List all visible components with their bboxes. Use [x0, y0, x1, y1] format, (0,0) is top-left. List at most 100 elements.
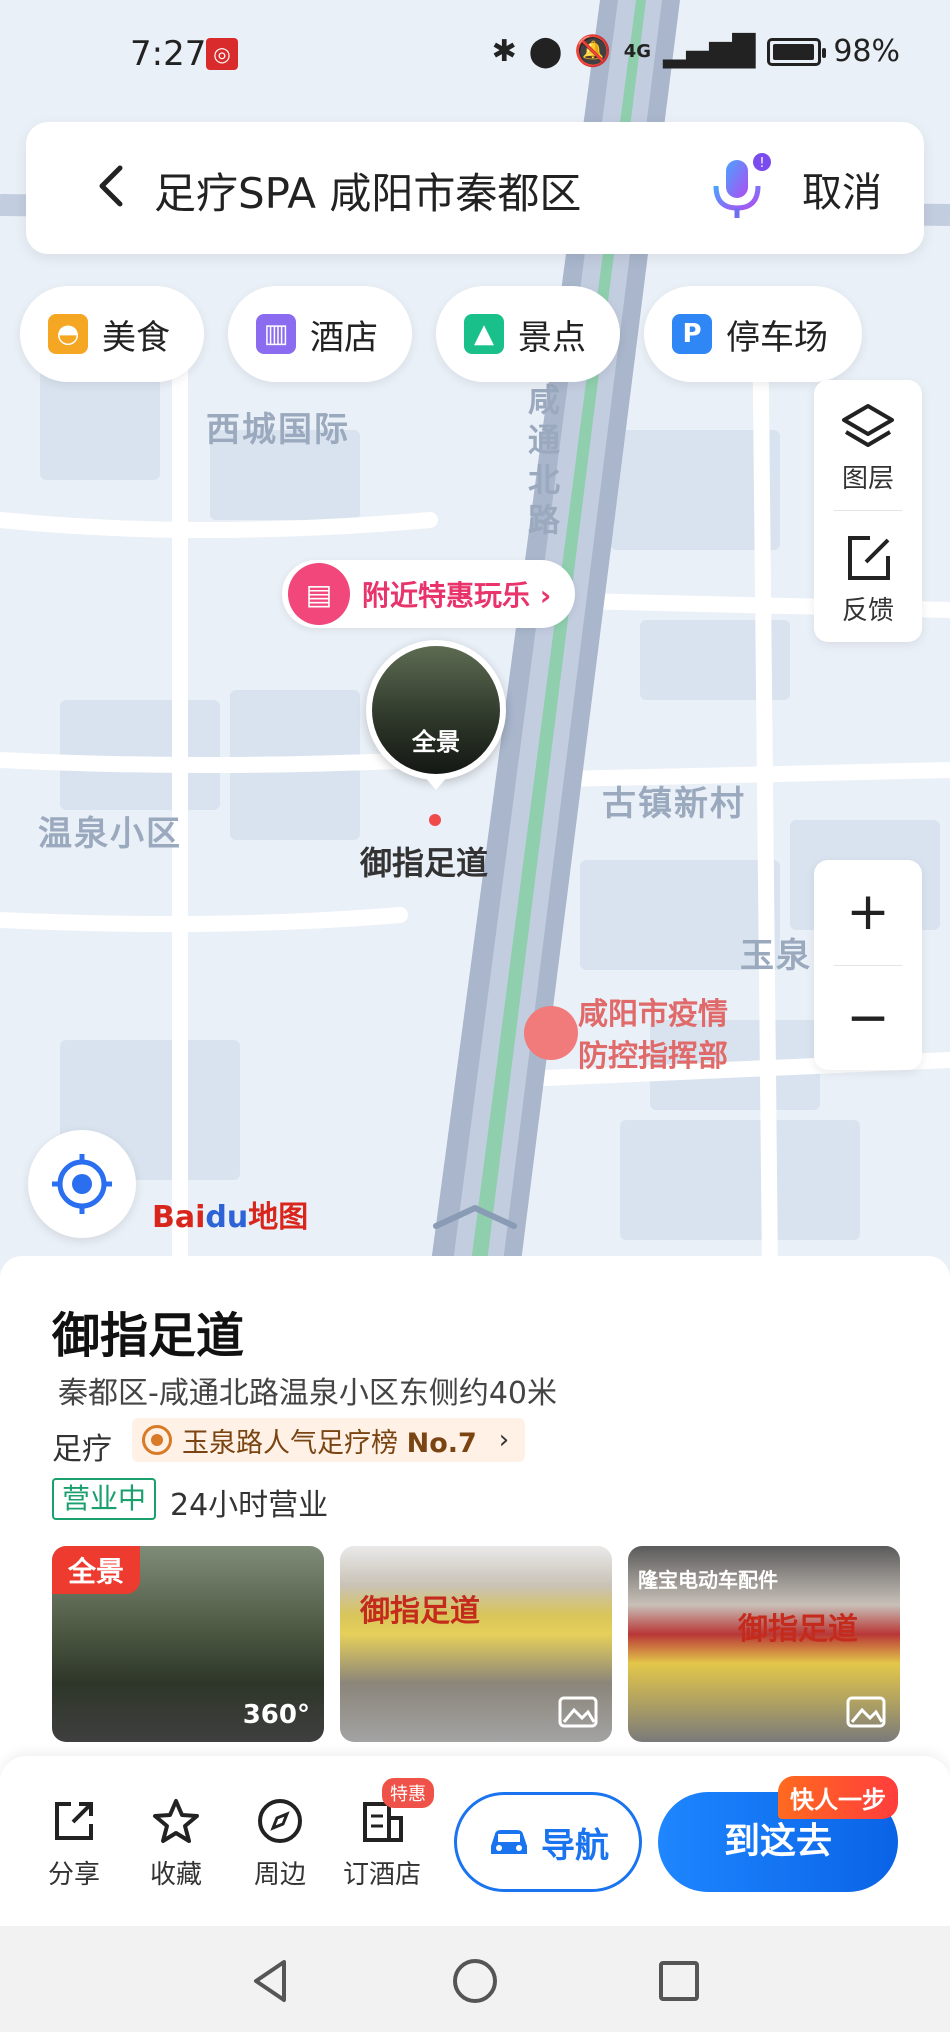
chevron-right-icon: › [498, 1425, 510, 1455]
signal-icon: ▂▄▆█ [663, 34, 756, 69]
svg-text:!: ! [759, 156, 764, 171]
open-status-badge: 营业中 [52, 1478, 157, 1520]
poi-marker-panorama[interactable]: 全景 [366, 640, 506, 780]
promo-label: 附近特惠玩乐 › [362, 579, 552, 612]
feedback-label: 反馈 [841, 596, 894, 626]
rank-icon [142, 1425, 172, 1455]
locate-me-button[interactable] [28, 1130, 136, 1238]
book-hotel-button[interactable]: 订酒店 [332, 1796, 432, 1891]
logo-text-c: 地图 [248, 1200, 309, 1235]
system-navigation-bar [0, 1926, 950, 2032]
photo-storefront[interactable]: 御指足道 [340, 1546, 612, 1742]
parking-icon: P [672, 314, 712, 354]
ranking-badge[interactable]: 玉泉路人气足疗榜 No.7 › [132, 1418, 526, 1462]
status-time: 7:27 [130, 34, 207, 74]
hotel-icon: ▥ [256, 314, 296, 354]
photo-street[interactable]: 隆宝电动车配件 御指足道 [628, 1546, 900, 1742]
map-label-road: 咸 通 北 路 [528, 381, 563, 539]
image-icon [846, 1696, 886, 1728]
poi-title: 御指足道 [52, 1308, 245, 1364]
battery-icon [767, 37, 827, 66]
poi-detail-sheet: 御指足道 秦都区-咸通北路温泉小区东侧约40米 足疗 玉泉路人气足疗榜 No.7… [0, 1256, 950, 1816]
panorama-tag: 全景 [52, 1546, 141, 1594]
fast-badge: 快人一步 [778, 1776, 898, 1819]
location-icon: ⬤ [528, 34, 563, 69]
bluetooth-icon: ✱ [491, 34, 517, 69]
zoom-controls: + − [814, 860, 922, 1070]
panorama-360-badge: 360° [242, 1700, 310, 1730]
star-icon [153, 1799, 199, 1843]
voice-mic-icon[interactable]: ! [706, 152, 772, 224]
target-icon [52, 1154, 112, 1214]
cancel-button[interactable]: 取消 [802, 160, 882, 218]
logo-text-a: Bai [152, 1200, 206, 1235]
chip-label: 景点 [518, 317, 586, 358]
compass-icon [258, 1799, 302, 1843]
network-label: 4G [623, 41, 652, 62]
layers-label: 图层 [841, 464, 894, 494]
map-label-wenquan: 温泉小区 [38, 814, 182, 854]
favorite-button[interactable]: 收藏 [126, 1796, 226, 1891]
map-label-guzhen: 古镇新村 [602, 784, 746, 824]
app-notification-icon: ◎ [206, 38, 238, 70]
status-icons: ✱ ⬤ 🔕 4G ▂▄▆█ 98% [492, 34, 900, 69]
poi-red-label[interactable]: 咸阳市疫情 防控指挥部 [578, 994, 728, 1078]
chip-label: 美食 [102, 317, 170, 358]
marker-pointer [424, 776, 448, 792]
zoom-out-button[interactable]: − [814, 966, 922, 1070]
back-arrow-icon[interactable] [82, 156, 142, 216]
zoom-in-button[interactable]: + [814, 860, 922, 964]
poi-address: 秦都区-咸通北路温泉小区东侧约40米 [58, 1376, 557, 1411]
chip-scenic[interactable]: ▲ 景点 [436, 286, 620, 382]
navigate-button[interactable]: 导航 [454, 1792, 642, 1892]
photo-panorama[interactable]: 全景 360° [52, 1546, 324, 1742]
storefront-sign: 御指足道 [360, 1594, 480, 1629]
back-triangle-icon[interactable] [246, 1956, 296, 2006]
battery-percent: 98% [833, 34, 900, 69]
feedback-button[interactable]: 反馈 [814, 532, 922, 627]
search-query[interactable]: 足疗SPA 咸阳市秦都区 [154, 160, 581, 221]
map-tools-panel: 图层 反馈 [814, 380, 922, 642]
special-offer-badge: 特惠 [382, 1778, 434, 1808]
chip-label: 酒店 [310, 317, 378, 358]
layers-button[interactable]: 图层 [814, 402, 922, 495]
chip-label: 停车场 [726, 317, 828, 358]
chip-food[interactable]: ◓ 美食 [20, 286, 204, 382]
category-chips: ◓ 美食 ▥ 酒店 ▲ 景点 P 停车场 [20, 286, 862, 386]
scenic-icon: ▲ [464, 314, 504, 354]
nearby-deals-button[interactable]: ▤ 附近特惠玩乐 › [282, 560, 576, 628]
action-bar: 分享 收藏 周边 订酒店 特惠 导航 到这去 快人一步 [0, 1756, 950, 1926]
baidu-map-logo: Baidu地图 [152, 1192, 308, 1236]
chip-hotel[interactable]: ▥ 酒店 [228, 286, 412, 382]
nearby-button[interactable]: 周边 [230, 1796, 330, 1891]
rank-text: 玉泉路人气足疗榜 No.7 [182, 1427, 477, 1459]
photo-gallery: 全景 360° 御指足道 隆宝电动车配件 御指足道 [52, 1546, 900, 1742]
business-hours: 24小时营业 [170, 1488, 329, 1523]
car-icon [491, 1830, 527, 1854]
share-icon [55, 1802, 93, 1840]
map-label-xicheng: 西城国际 [206, 410, 350, 450]
share-button[interactable]: 分享 [24, 1796, 124, 1891]
search-bar[interactable]: 足疗SPA 咸阳市秦都区 ! 取消 [26, 122, 924, 254]
sheet-handle-icon[interactable] [430, 1202, 520, 1232]
marker-location-dot [429, 814, 441, 826]
food-icon: ◓ [48, 314, 88, 354]
marker-panorama-label: 全景 [412, 728, 460, 756]
image-icon [558, 1696, 598, 1728]
mute-icon: 🔕 [574, 34, 612, 69]
poi-pin-icon[interactable] [524, 1006, 578, 1060]
nearby-label: 周边 [253, 1860, 306, 1890]
divider [834, 510, 902, 511]
favorite-label: 收藏 [149, 1860, 202, 1890]
ticket-icon: ▤ [288, 563, 350, 625]
chip-parking[interactable]: P 停车场 [644, 286, 862, 382]
feedback-edit-icon [848, 536, 890, 580]
recents-square-icon[interactable] [654, 1956, 704, 2006]
poi-category: 足疗 [52, 1432, 112, 1467]
street-sign: 御指足道 [738, 1612, 858, 1647]
home-circle-icon[interactable] [450, 1956, 500, 2006]
marker-name[interactable]: 御指足道 [360, 838, 488, 884]
status-bar: 7:27 ◎ ✱ ⬤ 🔕 4G ▂▄▆█ 98% [0, 0, 950, 110]
map-label-yuquan: 玉泉 [740, 936, 812, 976]
logo-text-b: du [205, 1200, 249, 1235]
